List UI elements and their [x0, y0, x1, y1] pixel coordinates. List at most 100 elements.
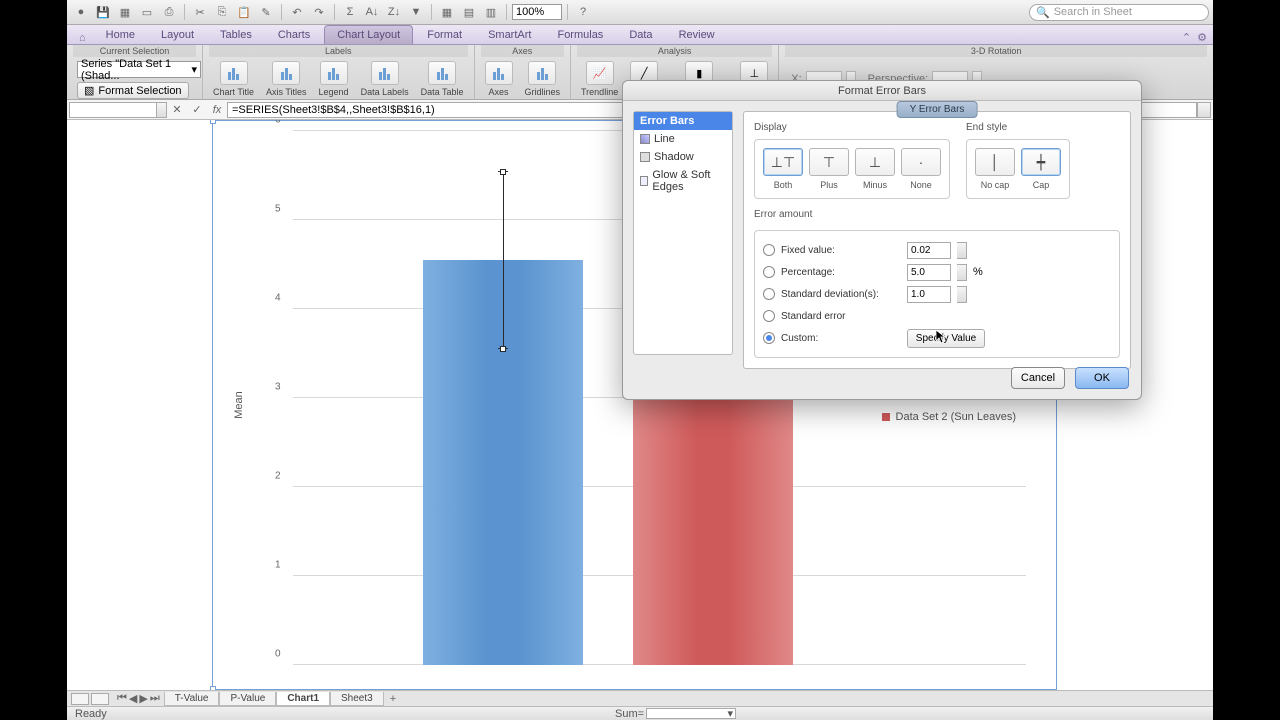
fx-icon[interactable]: fx	[209, 102, 225, 118]
error-bar[interactable]	[503, 172, 504, 350]
display-section-label: Display	[754, 122, 950, 133]
search-input[interactable]: 🔍 Search in Sheet	[1029, 4, 1209, 21]
sidebar-item-shadow[interactable]: Shadow	[634, 148, 732, 166]
gridlines-button[interactable]: Gridlines	[521, 61, 565, 97]
radio-custom[interactable]	[763, 332, 775, 344]
paste-icon[interactable]: 📋	[234, 3, 254, 21]
percentage-input[interactable]	[907, 264, 951, 281]
y-tick: 4	[275, 293, 281, 304]
normal-view-button[interactable]	[71, 693, 89, 705]
tab-formulas[interactable]: Formulas	[545, 26, 615, 44]
ribbon-settings-icon[interactable]: ⚙	[1197, 31, 1207, 44]
axes-button[interactable]: Axes	[481, 61, 517, 97]
sidebar-item-line[interactable]: Line	[634, 130, 732, 148]
page-layout-view-button[interactable]	[91, 693, 109, 705]
sheet-tab-chart1[interactable]: Chart1	[276, 692, 330, 706]
toolbox-icon[interactable]: ▤	[459, 3, 479, 21]
copy-icon[interactable]: ⎘	[212, 3, 232, 21]
legend-item-2[interactable]: Data Set 2 (Sun Leaves)	[882, 411, 1016, 423]
tab-format[interactable]: Format	[415, 26, 474, 44]
open-icon[interactable]: ▭	[137, 3, 157, 21]
sheet-tab-tvalue[interactable]: T-Value	[164, 692, 220, 706]
data-labels-button[interactable]: Data Labels	[357, 61, 413, 97]
formula-expand-icon[interactable]	[1197, 102, 1211, 118]
sidebar-item-glow[interactable]: Glow & Soft Edges	[634, 166, 732, 196]
tab-tables[interactable]: Tables	[208, 26, 264, 44]
new-icon[interactable]: ▦	[115, 3, 135, 21]
current-selection-dropdown[interactable]: Series "Data Set 1 (Shad...▾	[77, 61, 201, 78]
ok-button[interactable]: OK	[1075, 367, 1129, 389]
sidebar-item-error-bars[interactable]: Error Bars	[634, 112, 732, 130]
endstyle-cap-button[interactable]: ┿Cap	[1021, 148, 1061, 190]
dialog-main-panel: Y Error Bars Display ⊥⊤Both ⊤Plus ⊥Minus…	[743, 111, 1131, 369]
zoom-dropdown[interactable]: 100%	[512, 4, 562, 20]
y-error-bars-tab[interactable]: Y Error Bars	[897, 101, 978, 118]
sd-stepper[interactable]	[957, 286, 967, 303]
specify-value-button[interactable]: Specify Value	[907, 329, 985, 348]
prev-sheet-icon[interactable]: ◀	[129, 692, 137, 705]
sheet-tab-sheet3[interactable]: Sheet3	[330, 692, 384, 706]
help-icon[interactable]: ?	[573, 3, 593, 21]
name-box-dropdown[interactable]	[157, 102, 167, 118]
format-icon: ▧	[84, 84, 94, 97]
autosum-icon[interactable]: Σ	[340, 3, 360, 21]
resize-handle[interactable]	[210, 120, 216, 124]
home-icon[interactable]: ⌂	[73, 32, 92, 44]
legend-button[interactable]: Legend	[315, 61, 353, 97]
sort-asc-icon[interactable]: A↓	[362, 3, 382, 21]
name-box[interactable]	[69, 102, 157, 118]
tab-smartart[interactable]: SmartArt	[476, 26, 543, 44]
radio-standard-deviation[interactable]	[763, 288, 775, 300]
fixed-value-stepper[interactable]	[957, 242, 967, 259]
format-painter-icon[interactable]: ✎	[256, 3, 276, 21]
gallery-icon[interactable]: ▦	[437, 3, 457, 21]
app-window: ● 💾 ▦ ▭ ⎙ ✂ ⎘ 📋 ✎ ↶ ↷ Σ A↓ Z↓ ▼ ▦ ▤ ▥ 10…	[67, 0, 1213, 720]
display-both-button[interactable]: ⊥⊤Both	[763, 148, 803, 190]
display-minus-button[interactable]: ⊥Minus	[855, 148, 895, 190]
add-sheet-button[interactable]: +	[384, 692, 402, 706]
endstyle-nocap-button[interactable]: │No cap	[975, 148, 1015, 190]
save-icon[interactable]: 💾	[93, 3, 113, 21]
chart-title-button[interactable]: Chart Title	[209, 61, 258, 97]
format-selection-button[interactable]: ▧ Format Selection	[77, 82, 189, 99]
next-sheet-icon[interactable]: ▶	[139, 692, 147, 705]
tab-chart-layout[interactable]: Chart Layout	[324, 25, 413, 44]
fixed-value-input[interactable]	[907, 242, 951, 259]
sheet-tab-pvalue[interactable]: P-Value	[219, 692, 276, 706]
print-icon[interactable]: ⎙	[159, 3, 179, 21]
data-table-button[interactable]: Data Table	[417, 61, 468, 97]
radio-percentage[interactable]	[763, 266, 775, 278]
error-bar-handle[interactable]	[500, 346, 506, 352]
radio-fixed-value[interactable]	[763, 244, 775, 256]
endstyle-section-label: End style	[966, 122, 1070, 133]
show-icon[interactable]: ▥	[481, 3, 501, 21]
radio-standard-error[interactable]	[763, 310, 775, 322]
accept-formula-icon[interactable]: ✓	[189, 102, 205, 118]
error-amount-group: Fixed value: Percentage: % Standard devi…	[754, 230, 1120, 358]
error-bar-handle[interactable]	[500, 169, 506, 175]
last-sheet-icon[interactable]: ⏭	[150, 692, 160, 705]
display-plus-button[interactable]: ⊤Plus	[809, 148, 849, 190]
tab-layout[interactable]: Layout	[149, 26, 206, 44]
undo-icon[interactable]: ↶	[287, 3, 307, 21]
sd-input[interactable]	[907, 286, 951, 303]
percentage-stepper[interactable]	[957, 264, 967, 281]
sort-desc-icon[interactable]: Z↓	[384, 3, 404, 21]
ribbon-collapse-icon[interactable]: ⌃	[1182, 31, 1191, 44]
sum-dropdown[interactable]: ▾	[646, 708, 736, 719]
cut-icon[interactable]: ✂	[190, 3, 210, 21]
tab-data[interactable]: Data	[617, 26, 664, 44]
error-amount-label: Error amount	[754, 209, 1120, 220]
close-icon[interactable]: ●	[71, 3, 91, 21]
tab-review[interactable]: Review	[667, 26, 727, 44]
cancel-formula-icon[interactable]: ✕	[169, 102, 185, 118]
tab-charts[interactable]: Charts	[266, 26, 322, 44]
display-none-button[interactable]: ·None	[901, 148, 941, 190]
trendline-button[interactable]: 📈Trendline	[577, 61, 622, 97]
tab-home[interactable]: Home	[94, 26, 147, 44]
axis-titles-button[interactable]: Axis Titles	[262, 61, 311, 97]
redo-icon[interactable]: ↷	[309, 3, 329, 21]
first-sheet-icon[interactable]: ⏮	[117, 692, 127, 705]
filter-icon[interactable]: ▼	[406, 3, 426, 21]
cancel-button[interactable]: Cancel	[1011, 367, 1065, 389]
